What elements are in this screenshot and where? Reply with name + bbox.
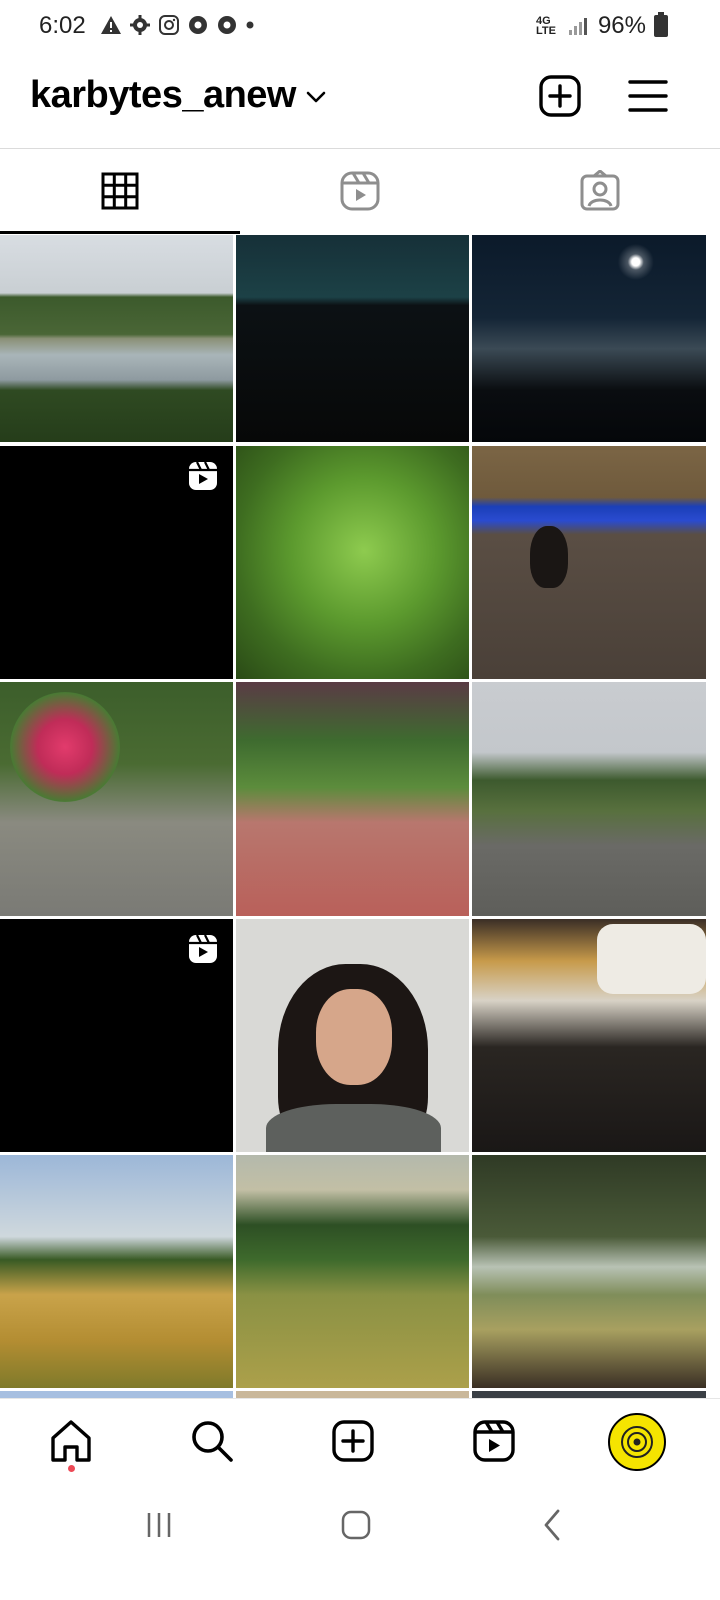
post-flowers-cat[interactable] <box>0 682 233 916</box>
reel-badge-icon <box>189 934 217 963</box>
post-night-hills[interactable] <box>236 235 469 442</box>
back-icon[interactable] <box>540 1508 566 1542</box>
post-ferns[interactable] <box>236 446 469 679</box>
menu-icon[interactable] <box>624 72 672 120</box>
home-button-icon[interactable] <box>340 1509 372 1541</box>
battery-percent: 96% <box>597 12 646 39</box>
profile-avatar[interactable] <box>608 1413 666 1471</box>
shirt-shape <box>266 1104 441 1152</box>
network-label: 4G LTE <box>535 15 556 37</box>
home-notification-dot <box>68 1465 75 1472</box>
avatar-spiral-icon <box>621 1426 653 1458</box>
post-cat-books[interactable] <box>472 919 706 1152</box>
create-post-icon[interactable] <box>536 72 584 120</box>
bottom-navigation <box>0 1398 720 1483</box>
flower-cluster <box>10 692 120 802</box>
post-moon-night[interactable] <box>472 235 706 442</box>
status-bar: 6:02 4G LTE 96% <box>0 0 720 52</box>
post-partial-3[interactable] <box>472 1391 706 1398</box>
reel-badge-icon <box>189 461 217 490</box>
settings-icon <box>130 15 150 35</box>
reels-icon <box>340 171 380 211</box>
home-icon[interactable] <box>47 1417 95 1465</box>
post-tree-canopy[interactable] <box>472 1155 706 1388</box>
reels-tab[interactable] <box>240 149 480 233</box>
status-time: 6:02 <box>39 12 86 39</box>
create-icon[interactable] <box>329 1417 377 1465</box>
status-right: 4G LTE 96% <box>536 12 668 40</box>
tagged-tab[interactable] <box>480 149 720 233</box>
post-partial-2[interactable] <box>236 1391 469 1398</box>
post-golden-hills[interactable] <box>0 1155 233 1388</box>
sofa-shape <box>597 924 706 994</box>
profile-header: karbytes_anew <box>0 52 720 149</box>
post-partial-1[interactable] <box>0 1391 233 1398</box>
alert-icon <box>101 16 121 34</box>
system-navigation <box>0 1482 720 1600</box>
grid-icon <box>101 172 139 210</box>
battery-icon <box>654 12 668 37</box>
post-reel-black-1[interactable] <box>0 446 233 679</box>
tagged-icon <box>580 170 620 211</box>
chevron-down-icon[interactable] <box>306 90 326 104</box>
post-lake[interactable] <box>0 235 233 442</box>
status-notification-icons <box>100 14 255 36</box>
post-reel-black-2[interactable] <box>0 919 233 1152</box>
post-green-valley[interactable] <box>236 1155 469 1388</box>
post-street[interactable] <box>472 682 706 916</box>
posts-grid <box>0 235 720 1398</box>
profile-tabs <box>0 149 720 234</box>
face-shape <box>316 989 392 1085</box>
search-icon[interactable] <box>188 1417 236 1465</box>
signal-icon <box>568 18 587 35</box>
recent-apps-icon[interactable] <box>144 1510 174 1540</box>
post-cat-floor[interactable] <box>472 446 706 679</box>
grid-tab[interactable] <box>0 149 240 234</box>
instagram-icon <box>159 15 179 35</box>
post-selfie[interactable] <box>236 919 469 1152</box>
cat-silhouette <box>530 526 568 588</box>
account-username[interactable]: karbytes_anew <box>30 74 297 117</box>
reels-icon[interactable] <box>470 1417 518 1465</box>
chrome-icon <box>218 16 236 34</box>
post-patio-cat[interactable] <box>236 682 469 916</box>
dot-icon <box>246 21 254 29</box>
chrome-icon <box>189 16 207 34</box>
